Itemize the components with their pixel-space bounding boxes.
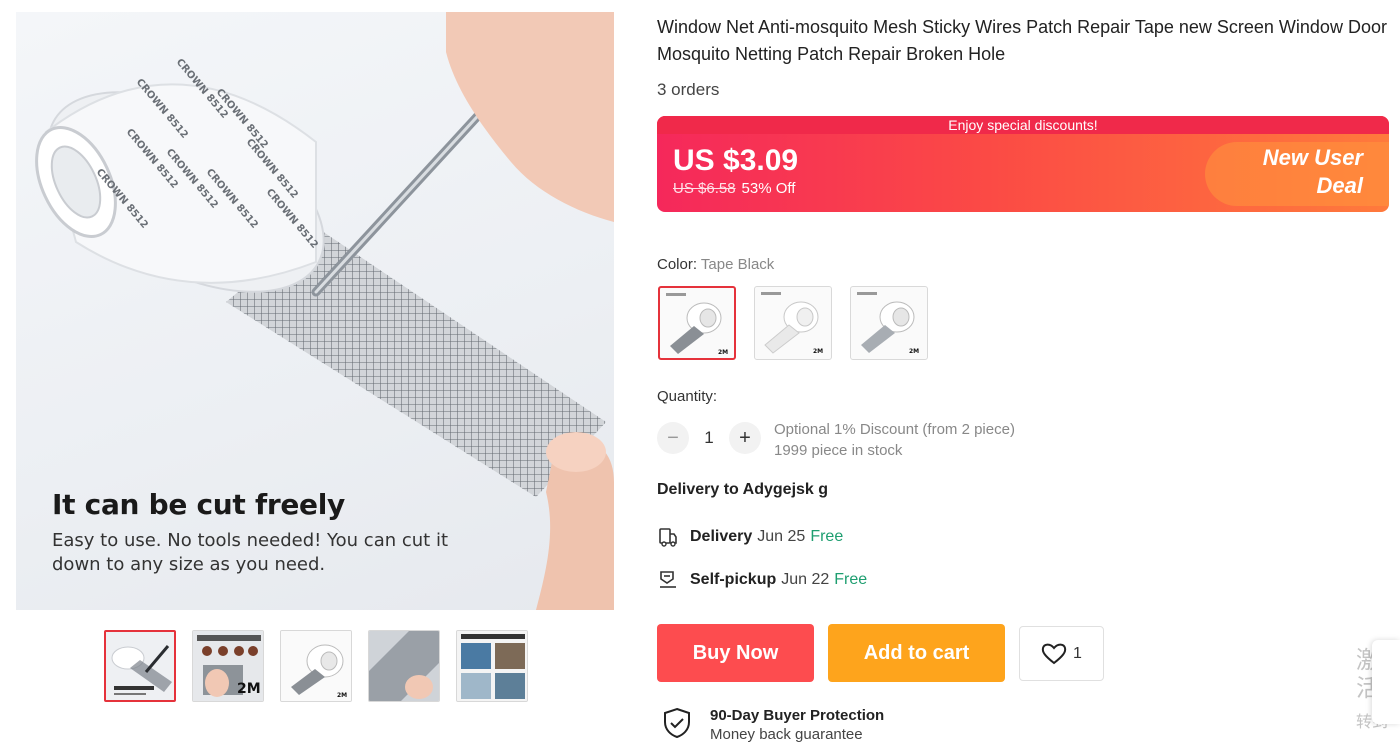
color-selected-value: Tape Black — [700, 256, 775, 273]
heart-icon — [1041, 643, 1067, 664]
delivery-option: Delivery Jun 25 Free — [657, 526, 843, 548]
thumbnail-cut-freely[interactable] — [104, 630, 176, 702]
new-user-deal-badge: New User Deal — [1203, 144, 1363, 200]
thumbnail-window-door[interactable]: 2M — [192, 630, 264, 702]
bulk-discount-note: Optional 1% Discount (from 2 piece) — [774, 421, 1015, 438]
delivery-truck-icon — [659, 528, 677, 547]
buyer-protection: 90-Day Buyer Protection Money back guara… — [660, 706, 884, 744]
color-swatch-tape-black[interactable]: 2M — [658, 286, 736, 360]
swatch-image: 2M — [666, 293, 728, 356]
svg-text:2M: 2M — [337, 692, 347, 699]
image-caption: It can be cut freely Easy to use. No too… — [52, 488, 472, 577]
thumbnail-tape-roll[interactable]: 2M — [280, 630, 352, 702]
quantity-stepper: − 1 + — [657, 422, 761, 454]
order-count: 3 orders — [657, 80, 720, 99]
swatch-image: 2M — [761, 292, 823, 355]
quantity-info: Optional 1% Discount (from 2 piece) 1999… — [774, 419, 1015, 461]
color-swatch-tape-grey[interactable]: 2M — [850, 286, 928, 360]
pickup-date: Jun 22 — [781, 571, 830, 588]
thumbnail-image — [457, 631, 527, 701]
product-title: Window Net Anti-mosquito Mesh Sticky Wir… — [657, 17, 1387, 64]
price-banner: Enjoy special discounts! US $3.09 US $6.… — [657, 116, 1389, 212]
quantity-increment-button[interactable]: + — [729, 422, 761, 454]
thumbnail-image — [369, 631, 439, 701]
color-swatches: 2M 2M 2M — [658, 286, 928, 360]
original-price-row: US $6.58 53% Off — [673, 180, 795, 197]
pickup-label: Self-pickup — [690, 571, 777, 588]
buy-now-button[interactable]: Buy Now — [657, 624, 814, 682]
pickup-point-icon — [660, 571, 676, 588]
shield-check-icon — [664, 707, 690, 739]
quantity-decrement-button[interactable]: − — [657, 422, 689, 454]
svg-text:2M: 2M — [909, 348, 919, 355]
protection-title: 90-Day Buyer Protection — [710, 707, 885, 724]
color-label-text: Color: — [657, 256, 698, 273]
wishlist-button[interactable]: 1 — [1019, 626, 1104, 681]
original-price: US $6.58 — [673, 180, 736, 197]
current-price: US $3.09 — [673, 144, 799, 177]
deal-line-1: New User — [1262, 145, 1363, 170]
svg-text:2M: 2M — [813, 348, 823, 355]
thumbnail-image — [106, 632, 174, 700]
delivery-cost: Free — [810, 528, 844, 545]
delivery-label: Delivery — [690, 528, 753, 545]
quantity-value[interactable]: 1 — [689, 428, 729, 448]
thumbnail-mesh-closeup[interactable] — [368, 630, 440, 702]
thumbnail-image: 2M — [281, 631, 351, 701]
svg-text:2M: 2M — [237, 681, 261, 697]
color-swatch-tape-white[interactable]: 2M — [754, 286, 832, 360]
discount-strip: Enjoy special discounts! — [657, 116, 1389, 134]
delivery-date: Jun 25 — [757, 528, 806, 545]
deal-line-2: Deal — [1316, 173, 1363, 198]
swatch-image: 2M — [857, 292, 919, 355]
protection-subtitle: Money back guarantee — [710, 726, 863, 743]
wishlist-count: 1 — [1073, 644, 1082, 662]
image-subtext: Easy to use. No tools needed! You can cu… — [52, 530, 448, 575]
pickup-cost: Free — [834, 571, 868, 588]
stock-count: 1999 piece in stock — [774, 442, 903, 459]
floating-side-tab[interactable] — [1372, 640, 1400, 724]
quantity-label: Quantity: — [657, 388, 718, 405]
thumbnail-strip: 2M 2M — [104, 630, 528, 702]
discount-percent: 53% Off — [741, 180, 796, 197]
pickup-option: Self-pickup Jun 22 Free — [657, 569, 867, 591]
add-to-cart-button[interactable]: Add to cart — [828, 624, 1005, 682]
svg-text:2M: 2M — [718, 349, 728, 356]
thumbnail-image: 2M — [193, 631, 263, 701]
delivery-destination[interactable]: Delivery to Adygejsk g — [657, 481, 828, 499]
main-product-image[interactable]: CROWN 8512 CROWN 8512 CROWN 8512 CROWN 8… — [16, 12, 614, 610]
image-headline: It can be cut freely — [52, 488, 345, 521]
color-label: Color: Tape Black — [657, 256, 774, 273]
thumbnail-applications[interactable] — [456, 630, 528, 702]
